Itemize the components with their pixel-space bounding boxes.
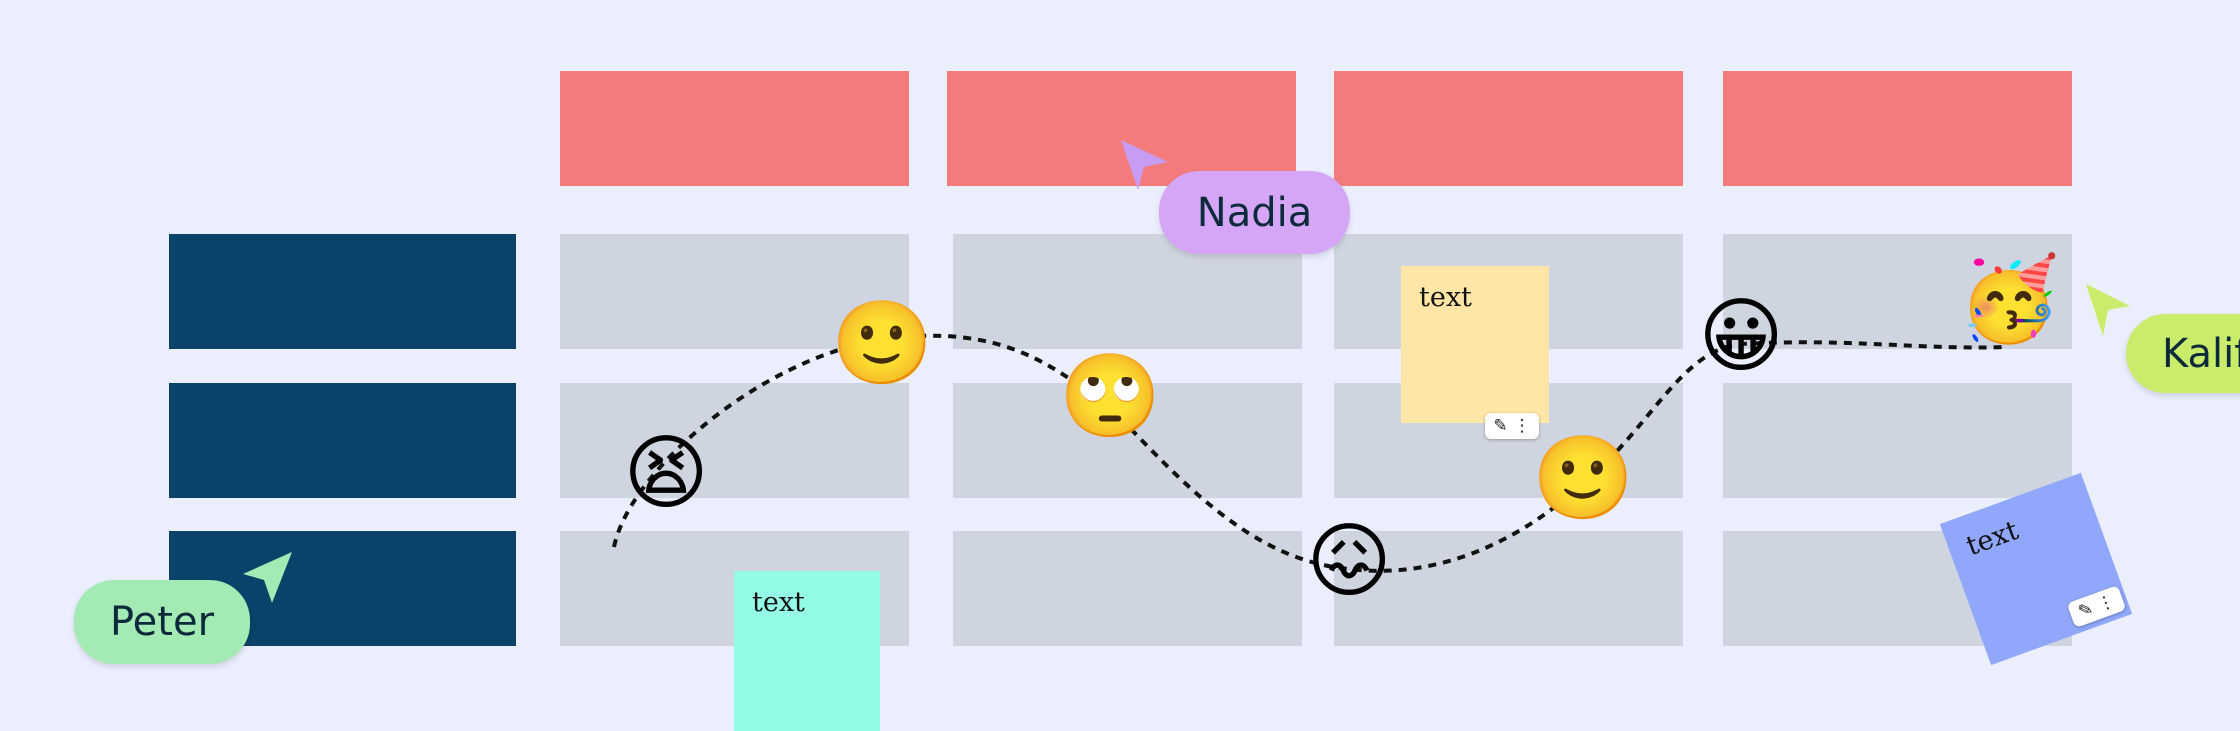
cursor-label-kalif: Kalif xyxy=(2126,314,2240,393)
cursor-arrows xyxy=(243,140,2130,603)
cursor-name: Nadia xyxy=(1196,189,1313,236)
kalif-cursor-icon xyxy=(2086,284,2130,336)
cursor-name: Kalif xyxy=(2162,330,2240,377)
nadia-cursor-icon xyxy=(1121,140,1168,190)
cursor-name: Peter xyxy=(109,599,215,645)
cursor-label-peter: Peter xyxy=(74,580,250,664)
cursor-label-nadia: Nadia xyxy=(1159,171,1350,254)
peter-cursor-icon xyxy=(243,552,292,603)
